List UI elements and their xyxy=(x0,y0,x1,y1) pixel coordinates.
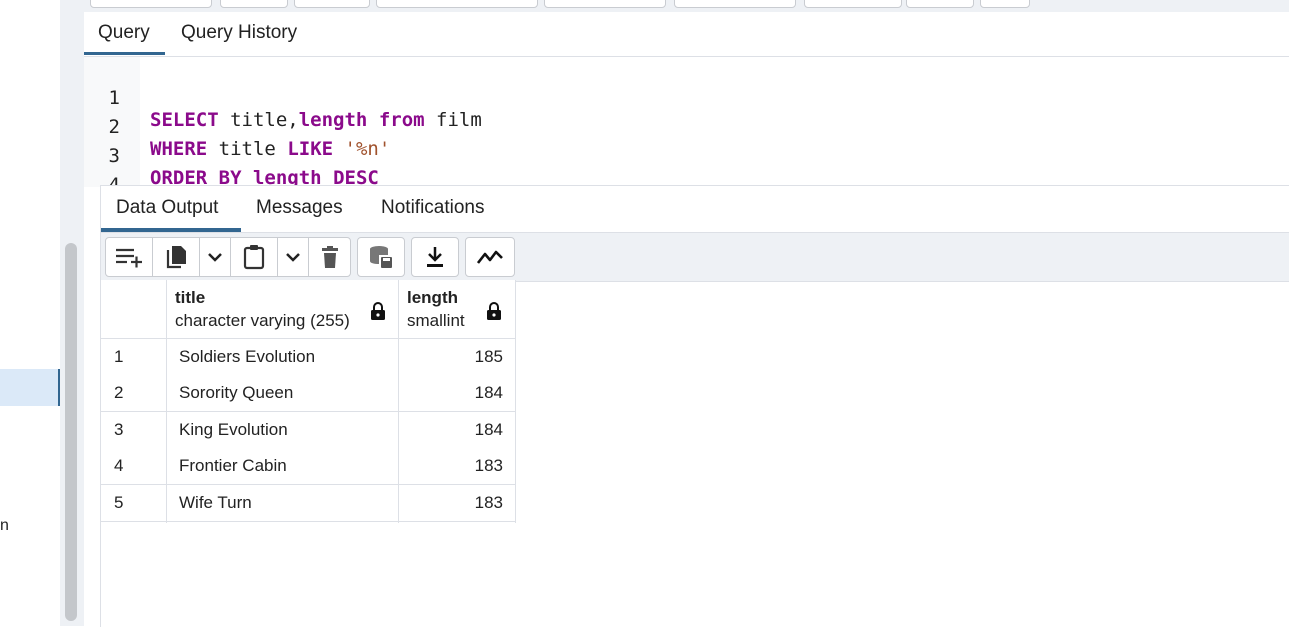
tab-notifications[interactable]: Notifications xyxy=(381,197,485,219)
toolbar-button-group[interactable] xyxy=(294,0,370,8)
sidebar-scrollbar-thumb[interactable] xyxy=(65,243,77,621)
active-tab-indicator xyxy=(84,52,165,55)
row-number-header[interactable] xyxy=(101,280,167,339)
tab-query[interactable]: Query xyxy=(98,22,150,44)
query-tab-bar: Query Query History xyxy=(84,12,1289,57)
column-header-title[interactable]: title character varying (255) xyxy=(167,280,399,339)
row-number: 5 xyxy=(114,493,124,512)
column-type: smallint xyxy=(407,311,465,330)
tab-query-history[interactable]: Query History xyxy=(181,22,297,44)
copy-button[interactable] xyxy=(153,238,199,276)
table-row[interactable]: 4 Frontier Cabin 183 xyxy=(101,448,515,484)
row-number: 4 xyxy=(114,456,124,475)
graph-button-inner xyxy=(466,238,514,276)
tab-messages[interactable]: Messages xyxy=(256,197,343,219)
results-tab-bar: Data Output Messages Notifications xyxy=(101,186,1289,232)
toolbar-button-group[interactable] xyxy=(90,0,212,8)
delete-row-button[interactable] xyxy=(309,238,350,276)
copy-options-dropdown[interactable] xyxy=(200,238,230,276)
paste-button[interactable] xyxy=(231,238,277,276)
cell-title[interactable]: Soldiers Evolution xyxy=(179,339,315,375)
cell-title[interactable]: Wife Turn xyxy=(179,485,252,521)
save-data-icon xyxy=(370,246,392,268)
row-number: 2 xyxy=(114,383,124,402)
toolbar-button-group[interactable] xyxy=(220,0,288,8)
cell-length[interactable]: 183 xyxy=(399,448,503,484)
lock-icon xyxy=(487,302,501,320)
paste-options-dropdown[interactable] xyxy=(278,238,308,276)
edit-button-group xyxy=(105,237,351,277)
download-icon xyxy=(427,247,443,267)
editor-line: 1 SELECT title,length from film xyxy=(84,65,482,131)
copy-icon xyxy=(166,246,186,269)
delete-icon xyxy=(321,246,338,268)
editor-line: 2 WHERE title LIKE '%n' xyxy=(84,94,391,160)
results-toolbar xyxy=(101,232,1289,282)
add-row-icon xyxy=(116,248,142,268)
chevron-down-icon xyxy=(286,253,300,262)
results-panel: Data Output Messages Notifications title… xyxy=(100,185,1289,627)
cell-length[interactable]: 185 xyxy=(399,339,503,375)
sidebar-selected-item[interactable] xyxy=(0,369,61,406)
table-row[interactable]: 2 Sorority Queen 184 xyxy=(101,375,515,411)
save-data-button[interactable] xyxy=(357,237,405,277)
toolbar-dropdown[interactable] xyxy=(376,0,538,8)
column-header-length[interactable]: length smallint xyxy=(399,280,516,339)
toolbar-button-group[interactable] xyxy=(674,0,796,8)
toolbar-button[interactable] xyxy=(980,0,1030,8)
tab-data-output[interactable]: Data Output xyxy=(116,197,218,219)
download-button[interactable] xyxy=(411,237,459,277)
toolbar-button-group[interactable] xyxy=(804,0,902,8)
editor-line: 4 LIMIT 5; xyxy=(84,152,242,218)
toolbar-button[interactable] xyxy=(906,0,974,8)
column-name: length xyxy=(407,288,458,307)
cell-title[interactable]: King Evolution xyxy=(179,412,288,448)
cell-length[interactable]: 184 xyxy=(399,375,503,411)
table-row[interactable]: 1 Soldiers Evolution 185 xyxy=(101,339,515,375)
cell-length[interactable]: 183 xyxy=(399,485,503,521)
row-number: 1 xyxy=(114,347,124,366)
column-type: character varying (255) xyxy=(175,311,350,330)
column-name: title xyxy=(175,288,206,307)
save-data-button-inner xyxy=(358,238,404,276)
data-grid: title character varying (255) length sma… xyxy=(101,280,516,523)
graph-icon xyxy=(477,250,503,264)
cell-length[interactable]: 184 xyxy=(399,412,503,448)
object-explorer-sidebar: n xyxy=(0,0,61,626)
chevron-down-icon xyxy=(208,253,222,262)
table-row[interactable]: 3 King Evolution 184 xyxy=(101,412,515,448)
cell-title[interactable]: Frontier Cabin xyxy=(179,448,287,484)
toolbar-button-group[interactable] xyxy=(544,0,666,8)
add-row-button[interactable] xyxy=(106,238,152,276)
editor-line: 3 ORDER BY length DESC xyxy=(84,123,379,189)
sidebar-item-label[interactable]: n xyxy=(0,517,9,535)
sql-editor[interactable]: 1 SELECT title,length from film 2 WHERE … xyxy=(84,57,1289,218)
paste-icon xyxy=(243,245,265,270)
table-row[interactable]: 5 Wife Turn 183 xyxy=(101,485,515,521)
lock-icon xyxy=(371,302,385,320)
graph-visualiser-button[interactable] xyxy=(465,237,515,277)
cell-title[interactable]: Sorority Queen xyxy=(179,375,293,411)
row-number: 3 xyxy=(114,420,124,439)
download-button-inner xyxy=(412,238,458,276)
